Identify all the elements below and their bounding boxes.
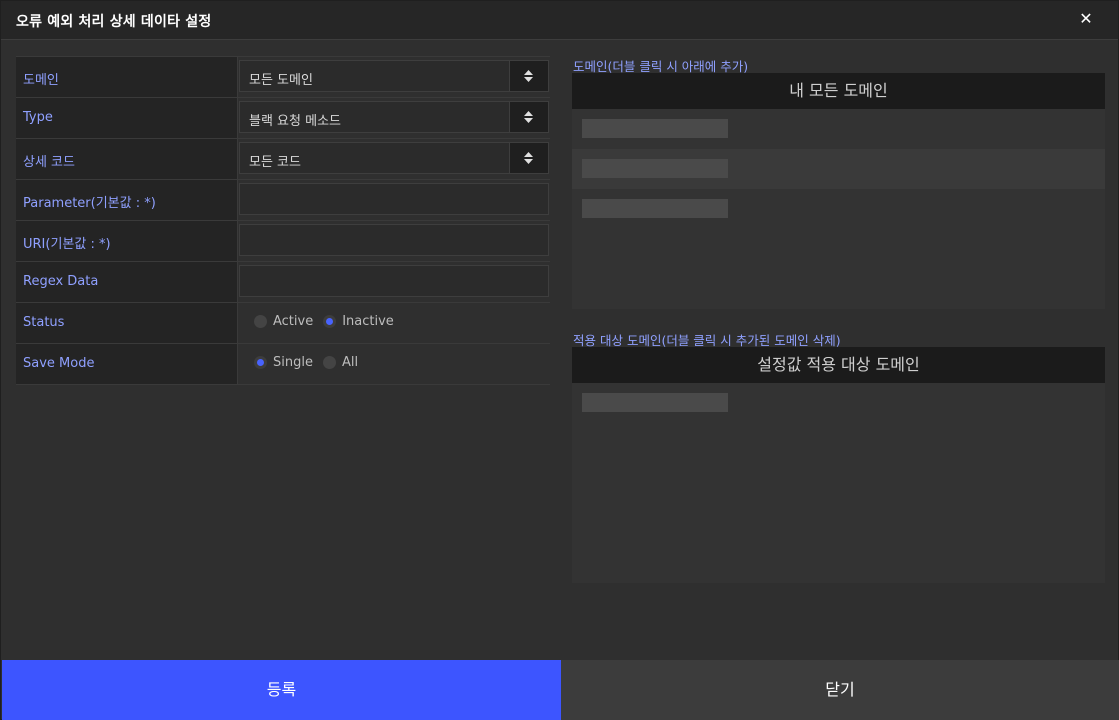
domains-list[interactable] bbox=[572, 109, 1105, 309]
settings-dialog: 오류 예외 처리 상세 데이타 설정 ✕ 도메인 모든 도메인 Type 블랙 … bbox=[0, 0, 1119, 720]
close-button[interactable]: 닫기 bbox=[561, 660, 1119, 720]
regex-label: Regex Data bbox=[23, 274, 99, 289]
save-mode-radio-all[interactable]: All bbox=[322, 355, 359, 370]
parameter-input[interactable] bbox=[239, 183, 549, 215]
form-row-regex: Regex Data bbox=[16, 262, 550, 303]
applied-header: 설정값 적용 대상 도메인 bbox=[572, 347, 1105, 383]
radio-dot-icon[interactable] bbox=[322, 356, 336, 369]
radio-dot-selected-icon[interactable] bbox=[323, 315, 337, 328]
register-button[interactable]: 등록 bbox=[2, 660, 561, 720]
label-cell: Parameter(기본값 : *) bbox=[16, 180, 238, 220]
label-cell: Save Mode bbox=[16, 344, 238, 384]
regex-input[interactable] bbox=[239, 265, 549, 297]
domains-header: 내 모든 도메인 bbox=[572, 73, 1105, 109]
label-cell: URI(기본값 : *) bbox=[16, 221, 238, 261]
form-row-detail-code: 상세 코드 모든 코드 bbox=[16, 139, 550, 180]
label-cell: 상세 코드 bbox=[16, 139, 238, 179]
status-label: Status bbox=[23, 315, 65, 330]
radio-dot-icon[interactable] bbox=[254, 315, 267, 328]
label-cell: Type bbox=[16, 98, 238, 138]
form-row-parameter: Parameter(기본값 : *) bbox=[16, 180, 550, 221]
list-item-placeholder bbox=[582, 119, 728, 138]
save-mode-radio-group: Single All bbox=[254, 355, 358, 370]
status-radio-inactive[interactable]: Inactive bbox=[323, 314, 394, 329]
save-mode-label: Save Mode bbox=[23, 356, 95, 371]
label-cell: 도메인 bbox=[16, 57, 238, 97]
type-select-value: 블랙 요청 메소드 bbox=[249, 114, 341, 129]
label-cell: Status bbox=[16, 303, 238, 343]
settings-form: 도메인 모든 도메인 Type 블랙 요청 메소드 상세 코드 모든 코드 Pa… bbox=[16, 56, 550, 385]
domain-label: 도메인 bbox=[23, 73, 59, 88]
radio-label: Active bbox=[273, 314, 314, 329]
detail-code-select[interactable]: 모든 코드 bbox=[239, 142, 549, 174]
sort-arrows-icon[interactable] bbox=[509, 102, 548, 132]
form-row-uri: URI(기본값 : *) bbox=[16, 221, 550, 262]
form-row-status: Status Active Inactive bbox=[16, 303, 550, 344]
form-row-type: Type 블랙 요청 메소드 bbox=[16, 98, 550, 139]
type-select[interactable]: 블랙 요청 메소드 bbox=[239, 101, 549, 133]
detail-code-select-value: 모든 코드 bbox=[249, 155, 301, 170]
uri-label: URI(기본값 : *) bbox=[23, 237, 111, 252]
list-item[interactable] bbox=[572, 149, 1105, 189]
close-icon[interactable]: ✕ bbox=[1076, 9, 1096, 29]
form-row-save-mode: Save Mode Single All bbox=[16, 344, 550, 385]
status-radio-group: Active Inactive bbox=[254, 314, 394, 329]
type-label: Type bbox=[23, 110, 53, 125]
radio-label: All bbox=[341, 355, 359, 370]
sort-arrows-icon[interactable] bbox=[509, 61, 548, 91]
label-cell: Regex Data bbox=[16, 262, 238, 302]
domain-select-value: 모든 도메인 bbox=[249, 73, 313, 88]
detail-code-label: 상세 코드 bbox=[23, 155, 75, 170]
radio-label: Single bbox=[273, 355, 313, 370]
uri-input[interactable] bbox=[239, 224, 549, 256]
parameter-label: Parameter(기본값 : *) bbox=[23, 196, 156, 211]
list-item[interactable] bbox=[572, 109, 1105, 149]
applied-list[interactable] bbox=[572, 383, 1105, 583]
sort-arrows-icon[interactable] bbox=[509, 143, 548, 173]
dialog-title: 오류 예외 처리 상세 데이타 설정 bbox=[16, 14, 212, 30]
list-item-placeholder bbox=[582, 199, 728, 218]
form-row-domain: 도메인 모든 도메인 bbox=[16, 56, 550, 98]
radio-dot-selected-icon[interactable] bbox=[254, 356, 267, 369]
dialog-titlebar: 오류 예외 처리 상세 데이타 설정 ✕ bbox=[1, 1, 1118, 40]
list-item[interactable] bbox=[572, 189, 1105, 229]
status-radio-active[interactable]: Active bbox=[254, 314, 313, 329]
list-item-placeholder bbox=[582, 393, 728, 412]
list-item-placeholder bbox=[582, 159, 728, 178]
list-item[interactable] bbox=[572, 383, 1105, 423]
save-mode-radio-single[interactable]: Single bbox=[254, 355, 313, 370]
radio-label: Inactive bbox=[342, 314, 394, 329]
domain-select[interactable]: 모든 도메인 bbox=[239, 60, 549, 92]
